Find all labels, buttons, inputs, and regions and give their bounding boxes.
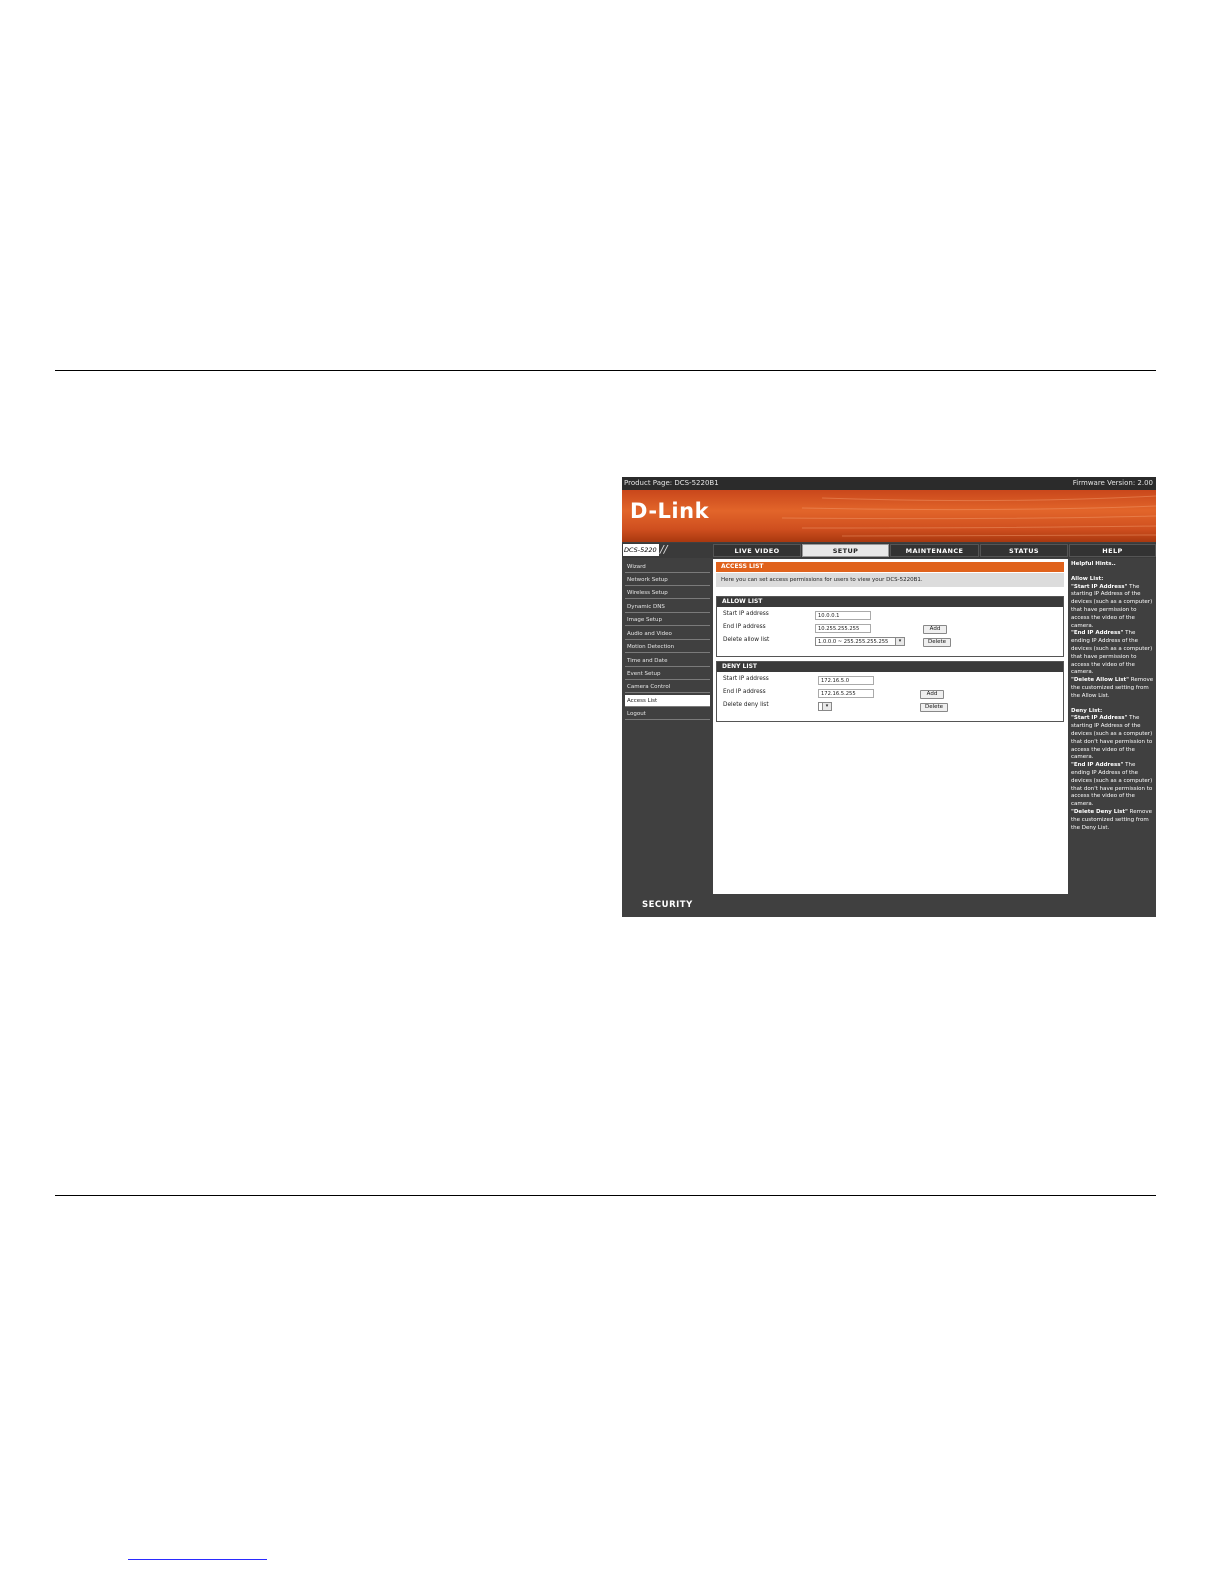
tab-help[interactable]: HELP <box>1069 544 1156 557</box>
sidebar-item-wireless-setup[interactable]: Wireless Setup <box>625 587 710 599</box>
tab-maintenance[interactable]: MAINTENANCE <box>890 544 979 557</box>
dlink-logo: D-Link <box>630 499 710 523</box>
tab-setup[interactable]: SETUP <box>802 544 889 557</box>
allow-add-button[interactable]: Add <box>923 625 947 634</box>
deny-list-title: DENY LIST <box>717 662 1063 672</box>
allow-delete-label: Delete allow list <box>723 637 770 643</box>
camera-web-ui-screenshot: Product Page: DCS-5220B1 Firmware Versio… <box>622 477 1156 917</box>
top-divider <box>55 370 1156 371</box>
allow-start-ip-input[interactable]: 10.0.0.1 <box>815 611 871 620</box>
deny-list-select[interactable]: ▾ <box>818 702 832 711</box>
setup-sidebar: Wizard Network Setup Wireless Setup Dyna… <box>623 559 712 894</box>
deny-end-ip-input[interactable]: 172.16.5.255 <box>818 689 874 698</box>
page-title: ACCESS LIST <box>716 562 1064 572</box>
deny-start-ip-input[interactable]: 172.16.5.0 <box>818 676 874 685</box>
hint-allow-start-term: "Start IP Address" <box>1071 583 1128 590</box>
firmware-version: Firmware Version: 2.00 <box>1072 479 1153 487</box>
main-content: ACCESS LIST Here you can set access perm… <box>713 559 1068 894</box>
allow-list-selected: 1.0.0.0 ~ 255.255.255.255 <box>818 639 889 645</box>
sidebar-item-image-setup[interactable]: Image Setup <box>625 614 710 626</box>
sidebar-item-wizard[interactable]: Wizard <box>625 561 710 573</box>
footer-security-label: SECURITY <box>642 900 693 910</box>
hint-allow-end-desc: The ending IP Address of the devices (su… <box>1071 630 1153 676</box>
hint-deny-delete-term: "Delete Deny List" <box>1071 808 1128 815</box>
slash-decoration: // <box>660 543 668 556</box>
tab-live-video[interactable]: LIVE VIDEO <box>713 544 801 557</box>
hint-deny-end-term: "End IP Address" <box>1071 762 1124 769</box>
hints-deny-heading: Deny List: <box>1071 707 1103 714</box>
allow-end-ip-input[interactable]: 10.255.255.255 <box>815 624 871 633</box>
top-info-bar: Product Page: DCS-5220B1 Firmware Versio… <box>622 477 1156 490</box>
allow-end-label: End IP address <box>723 624 766 630</box>
hint-deny-start-term: "Start IP Address" <box>1071 715 1128 722</box>
sidebar-item-audio-video[interactable]: Audio and Video <box>625 628 710 640</box>
allow-delete-button[interactable]: Delete <box>923 638 951 647</box>
sidebar-item-time-date[interactable]: Time and Date <box>625 655 710 667</box>
allow-list-title: ALLOW LIST <box>717 597 1063 607</box>
allow-start-label: Start IP address <box>723 611 769 617</box>
hint-allow-delete-term: "Delete Allow List" <box>1071 677 1130 684</box>
sidebar-item-camera-control[interactable]: Camera Control <box>625 681 710 693</box>
sidebar-item-logout[interactable]: Logout <box>625 708 710 720</box>
deny-delete-button[interactable]: Delete <box>920 703 948 712</box>
tab-status[interactable]: STATUS <box>980 544 1068 557</box>
brand-banner: D-Link <box>622 490 1156 542</box>
hint-allow-start-desc: The starting IP Address of the devices (… <box>1071 583 1153 629</box>
deny-end-label: End IP address <box>723 689 766 695</box>
chevron-down-icon: ▾ <box>822 703 831 710</box>
footer-bar: SECURITY <box>622 895 1156 917</box>
footer-link-underline <box>128 1559 267 1560</box>
deny-start-label: Start IP address <box>723 676 769 682</box>
deny-delete-label: Delete deny list <box>723 702 769 708</box>
sidebar-item-event-setup[interactable]: Event Setup <box>625 668 710 680</box>
hint-deny-start-desc: The starting IP Address of the devices (… <box>1071 715 1153 761</box>
product-page-link[interactable]: Product Page: DCS-5220B1 <box>624 477 719 490</box>
hints-allow-heading: Allow List: <box>1071 575 1104 582</box>
hint-allow-end-term: "End IP Address" <box>1071 630 1124 637</box>
hint-deny-end-desc: The ending IP Address of the devices (su… <box>1071 762 1153 808</box>
hints-heading: Helpful Hints.. <box>1071 561 1116 567</box>
sidebar-item-dynamic-dns[interactable]: Dynamic DNS <box>625 601 710 613</box>
deny-list-section: DENY LIST Start IP address 172.16.5.0 En… <box>716 661 1064 722</box>
sidebar-item-access-list[interactable]: Access List <box>625 695 710 707</box>
allow-list-select[interactable]: 1.0.0.0 ~ 255.255.255.255 ▾ <box>815 637 905 646</box>
deny-add-button[interactable]: Add <box>920 690 944 699</box>
sidebar-item-motion-detection[interactable]: Motion Detection <box>625 641 710 653</box>
chevron-down-icon: ▾ <box>895 638 904 645</box>
bottom-divider <box>55 1195 1156 1196</box>
page-intro: Here you can set access permissions for … <box>716 573 1064 587</box>
sidebar-item-network-setup[interactable]: Network Setup <box>625 574 710 586</box>
model-badge: DCS-5220 <box>623 544 659 556</box>
helpful-hints-panel: Helpful Hints.. Allow List: "Start IP Ad… <box>1069 559 1156 894</box>
main-nav: DCS-5220 // LIVE VIDEO SETUP MAINTENANCE… <box>622 543 1156 558</box>
allow-list-section: ALLOW LIST Start IP address 10.0.0.1 End… <box>716 596 1064 657</box>
